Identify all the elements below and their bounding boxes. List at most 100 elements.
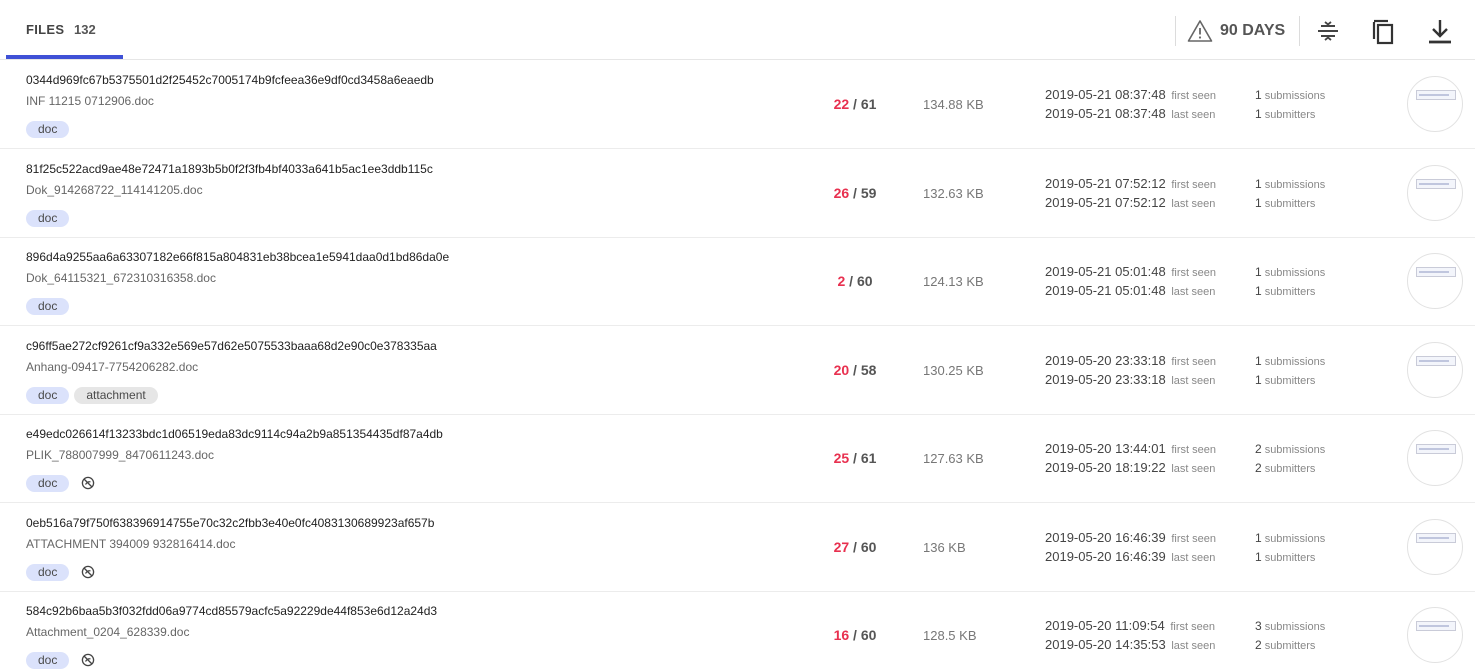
tag-attachment[interactable]: attachment xyxy=(74,386,158,404)
first-seen-date: 2019-05-20 11:09:54 xyxy=(1045,618,1165,633)
last-seen-date: 2019-05-20 18:19:22 xyxy=(1045,460,1166,475)
first-seen-date: 2019-05-20 13:44:01 xyxy=(1045,441,1166,456)
file-thumbnail[interactable] xyxy=(1407,76,1463,132)
detection-separator: / xyxy=(853,450,861,466)
submissions-label: submissions xyxy=(1264,621,1326,633)
file-hash-link[interactable]: 0eb516a79f750f638396914755e70c32c2fbb3e4… xyxy=(26,516,434,530)
submitters-label: submitters xyxy=(1264,286,1316,298)
detection-ratio[interactable]: 26 / 59 xyxy=(790,185,920,201)
detection-total: 60 xyxy=(860,627,877,643)
file-size: 134.88 KB xyxy=(923,97,984,112)
submitters-label: submitters xyxy=(1264,109,1316,121)
detection-positives: 26 xyxy=(833,185,850,201)
submitters-count: 1 submitters xyxy=(1255,373,1315,387)
file-hash-link[interactable]: 584c92b6baa5b3f032fdd06a9774cd85579acfc5… xyxy=(26,604,437,618)
download-button[interactable] xyxy=(1423,14,1457,48)
document-preview-icon xyxy=(1416,267,1456,277)
submitters-count: 1 submitters xyxy=(1255,196,1315,210)
file-size: 127.63 KB xyxy=(923,451,984,466)
submissions-label: submissions xyxy=(1264,267,1326,279)
detection-positives: 2 xyxy=(837,273,846,289)
detection-positives: 27 xyxy=(833,539,850,555)
file-thumbnail[interactable] xyxy=(1407,165,1463,221)
submitters-count: 1 submitters xyxy=(1255,284,1315,298)
tab-files-label: FILES xyxy=(26,22,65,37)
file-hash-link[interactable]: 896d4a9255aa6a63307182e66f815a804831eb38… xyxy=(26,250,449,264)
last-seen-date: 2019-05-20 14:35:53 xyxy=(1045,637,1166,652)
macro-icon[interactable] xyxy=(81,565,95,579)
first-seen: 2019-05-20 23:33:18 first seen xyxy=(1045,353,1216,368)
file-row[interactable]: e49edc026614f13233bdc1d06519eda83dc9114c… xyxy=(0,414,1475,503)
first-seen: 2019-05-20 13:44:01 first seen xyxy=(1045,441,1216,456)
file-size: 130.25 KB xyxy=(923,363,984,378)
macro-icon[interactable] xyxy=(81,653,95,667)
submissions-label: submissions xyxy=(1264,179,1326,191)
detection-ratio[interactable]: 2 / 60 xyxy=(790,273,920,289)
tag-doc[interactable]: doc xyxy=(26,386,70,404)
detection-ratio[interactable]: 20 / 58 xyxy=(790,362,920,378)
file-row[interactable]: 0344d969fc67b5375501d2f25452c7005174b9fc… xyxy=(0,60,1475,149)
toolbar-divider xyxy=(1299,16,1300,46)
submissions-count: 1 submissions xyxy=(1255,88,1325,102)
submitters-value: 1 xyxy=(1255,373,1262,387)
filter-button[interactable] xyxy=(1311,14,1345,48)
detection-ratio[interactable]: 25 / 61 xyxy=(790,450,920,466)
detection-ratio[interactable]: 16 / 60 xyxy=(790,627,920,643)
file-row[interactable]: c96ff5ae272cf9261cf9a332e569e57d62e50755… xyxy=(0,326,1475,415)
submissions-label: submissions xyxy=(1264,444,1326,456)
detection-total: 61 xyxy=(860,450,877,466)
submitters-count: 2 submitters xyxy=(1255,638,1315,652)
last-seen-label: last seen xyxy=(1171,640,1216,652)
file-thumbnail[interactable] xyxy=(1407,253,1463,309)
submitters-label: submitters xyxy=(1264,640,1316,652)
tag-list: doc xyxy=(26,651,95,669)
file-size: 124.13 KB xyxy=(923,274,984,289)
files-header: FILES 132 90 DAYS xyxy=(0,0,1475,60)
file-hash-link[interactable]: e49edc026614f13233bdc1d06519eda83dc9114c… xyxy=(26,427,443,441)
file-row[interactable]: 0eb516a79f750f638396914755e70c32c2fbb3e4… xyxy=(0,503,1475,592)
tag-doc[interactable]: doc xyxy=(26,563,70,581)
tag-doc[interactable]: doc xyxy=(26,651,70,669)
tag-doc[interactable]: doc xyxy=(26,209,70,227)
first-seen: 2019-05-21 07:52:12 first seen xyxy=(1045,176,1216,191)
file-name: Dok_914268722_114141205.doc xyxy=(26,183,203,197)
submitters-value: 1 xyxy=(1255,550,1262,564)
detection-separator: / xyxy=(849,273,857,289)
file-thumbnail[interactable] xyxy=(1407,519,1463,575)
tag-list: doc xyxy=(26,474,95,492)
first-seen: 2019-05-20 16:46:39 first seen xyxy=(1045,530,1216,545)
file-thumbnail[interactable] xyxy=(1407,342,1463,398)
file-row[interactable]: 81f25c522acd9ae48e72471a1893b5b0f2f3fb4b… xyxy=(0,149,1475,238)
first-seen-label: first seen xyxy=(1171,267,1216,279)
submissions-label: submissions xyxy=(1264,533,1326,545)
tag-doc[interactable]: doc xyxy=(26,297,70,315)
submitters-label: submitters xyxy=(1264,198,1316,210)
copy-button[interactable] xyxy=(1367,14,1401,48)
tab-files[interactable]: FILES 132 xyxy=(6,0,123,59)
file-thumbnail[interactable] xyxy=(1407,430,1463,486)
submitters-label: submitters xyxy=(1264,375,1316,387)
detection-ratio[interactable]: 27 / 60 xyxy=(790,539,920,555)
file-hash-link[interactable]: c96ff5ae272cf9261cf9a332e569e57d62e50755… xyxy=(26,339,437,353)
submissions-value: 2 xyxy=(1255,442,1262,456)
detection-ratio[interactable]: 22 / 61 xyxy=(790,96,920,112)
file-row[interactable]: 584c92b6baa5b3f032fdd06a9774cd85579acfc5… xyxy=(0,591,1475,671)
submitters-value: 1 xyxy=(1255,196,1262,210)
file-hash-link[interactable]: 0344d969fc67b5375501d2f25452c7005174b9fc… xyxy=(26,73,434,87)
detection-separator: / xyxy=(853,96,861,112)
file-hash-link[interactable]: 81f25c522acd9ae48e72471a1893b5b0f2f3fb4b… xyxy=(26,162,433,176)
file-thumbnail[interactable] xyxy=(1407,607,1463,663)
tag-list: doc xyxy=(26,209,70,227)
tag-doc[interactable]: doc xyxy=(26,474,70,492)
days-filter-button[interactable]: 90 DAYS xyxy=(1186,17,1290,47)
submissions-count: 1 submissions xyxy=(1255,265,1325,279)
tag-doc[interactable]: doc xyxy=(26,120,70,138)
file-name: PLIK_788007999_8470611243.doc xyxy=(26,448,214,462)
file-name: Anhang-09417-7754206282.doc xyxy=(26,360,199,374)
macro-icon[interactable] xyxy=(81,476,95,490)
document-preview-icon xyxy=(1416,444,1456,454)
first-seen-date: 2019-05-21 05:01:48 xyxy=(1045,264,1166,279)
file-row[interactable]: 896d4a9255aa6a63307182e66f815a804831eb38… xyxy=(0,237,1475,326)
submissions-label: submissions xyxy=(1264,90,1326,102)
submitters-label: submitters xyxy=(1264,552,1316,564)
